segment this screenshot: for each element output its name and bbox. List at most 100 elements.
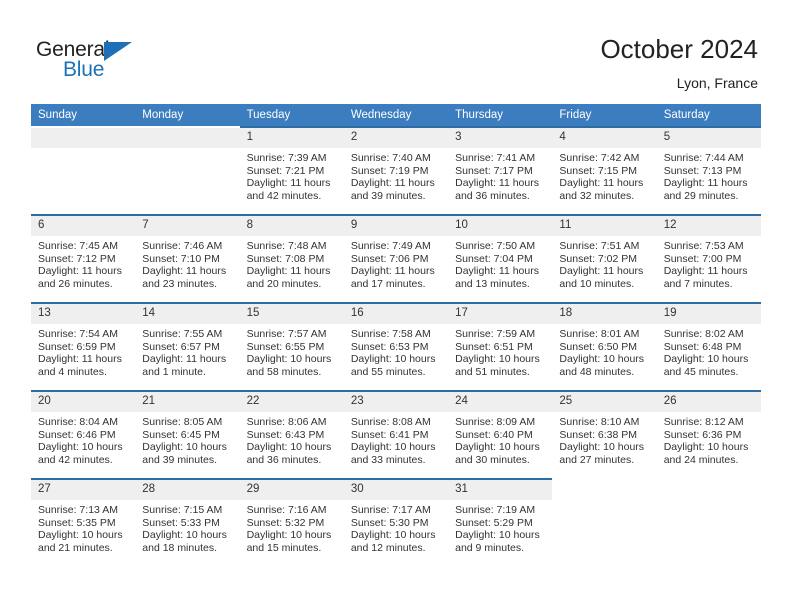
day-cell[interactable]: 20 Sunrise: 8:04 AM Sunset: 6:46 PM Dayligh… xyxy=(31,390,136,476)
sunset-text: Sunset: 7:06 PM xyxy=(350,252,429,265)
sunrise-text: Sunrise: 8:05 AM xyxy=(142,416,223,428)
calendar-cell: 18 Sunrise: 8:01 AM Sunset: 6:50 PM Dayligh… xyxy=(552,302,657,390)
calendar-cell: 8 Sunrise: 7:48 AM Sunset: 7:08 PM Daylight… xyxy=(239,214,344,302)
calendar-cell: 10 Sunrise: 7:50 AM Sunset: 7:04 PM Dayligh… xyxy=(448,214,553,302)
day-cell[interactable]: 6 Sunrise: 7:45 AM Sunset: 7:12 PM Daylight… xyxy=(31,214,136,300)
day-cell[interactable]: 28 Sunrise: 7:15 AM Sunset: 5:33 PM Dayligh… xyxy=(135,478,240,564)
day-cell[interactable]: 26 Sunrise: 8:12 AM Sunset: 6:36 PM Dayligh… xyxy=(656,390,761,476)
day-cell[interactable]: 1 Sunrise: 7:39 AM Sunset: 7:21 PM Daylight… xyxy=(239,126,344,212)
day-cell[interactable]: 18 Sunrise: 8:01 AM Sunset: 6:50 PM Dayligh… xyxy=(552,302,657,388)
calendar-cell: 25 Sunrise: 8:10 AM Sunset: 6:38 PM Dayligh… xyxy=(552,390,657,478)
daylight-text: Daylight: 11 hours and 1 minute. xyxy=(142,353,227,378)
location-subtitle: Lyon, France xyxy=(676,75,758,91)
calendar-cell: 31 Sunrise: 7:19 AM Sunset: 5:29 PM Dayligh… xyxy=(448,478,553,566)
calendar-cell: 27 Sunrise: 7:13 AM Sunset: 5:35 PM Dayligh… xyxy=(31,478,136,566)
day-cell[interactable]: 14 Sunrise: 7:55 AM Sunset: 6:57 PM Dayligh… xyxy=(135,302,240,388)
day-cell[interactable]: 13 Sunrise: 7:54 AM Sunset: 6:59 PM Dayligh… xyxy=(31,302,136,388)
day-number: 6 xyxy=(31,216,136,236)
day-number: 21 xyxy=(135,392,240,412)
sunrise-text: Sunrise: 8:02 AM xyxy=(663,328,744,340)
day-info: Sunrise: 7:40 AM Sunset: 7:19 PM Daylight:… xyxy=(344,148,448,202)
day-number: 8 xyxy=(239,216,344,236)
sunrise-text: Sunrise: 8:01 AM xyxy=(559,328,640,340)
daylight-text: Daylight: 11 hours and 13 minutes. xyxy=(455,265,539,290)
day-info: Sunrise: 7:42 AM Sunset: 7:15 PM Daylight:… xyxy=(552,148,656,202)
day-cell[interactable]: 25 Sunrise: 8:10 AM Sunset: 6:38 PM Dayligh… xyxy=(552,390,657,476)
sunset-text: Sunset: 6:43 PM xyxy=(246,428,325,441)
page-header: General Blue October 2024 Lyon, France xyxy=(0,0,792,100)
calendar-cell: 16 Sunrise: 7:58 AM Sunset: 6:53 PM Dayligh… xyxy=(343,302,449,390)
sunset-text: Sunset: 6:57 PM xyxy=(142,340,220,353)
daylight-text: Daylight: 10 hours and 55 minutes. xyxy=(350,353,436,378)
day-cell[interactable]: 24 Sunrise: 8:09 AM Sunset: 6:40 PM Dayligh… xyxy=(448,390,553,476)
calendar-cell: 20 Sunrise: 8:04 AM Sunset: 6:46 PM Dayligh… xyxy=(31,390,136,478)
weekday-header-friday: Friday xyxy=(552,104,657,126)
calendar-table: Sunday Monday Tuesday Wednesday Thursday… xyxy=(31,104,761,566)
day-cell[interactable]: 19 Sunrise: 8:02 AM Sunset: 6:48 PM Dayligh… xyxy=(656,302,761,388)
weekday-header-thursday: Thursday xyxy=(448,104,553,126)
day-cell[interactable]: 16 Sunrise: 7:58 AM Sunset: 6:53 PM Dayligh… xyxy=(343,302,449,388)
sunset-text: Sunset: 7:10 PM xyxy=(142,252,220,265)
sunrise-text: Sunrise: 8:12 AM xyxy=(663,416,744,428)
sunrise-text: Sunrise: 8:10 AM xyxy=(559,416,640,428)
sunset-text: Sunset: 6:53 PM xyxy=(350,340,429,353)
day-cell[interactable]: 17 Sunrise: 7:59 AM Sunset: 6:51 PM Dayligh… xyxy=(448,302,553,388)
calendar-cell: 2 Sunrise: 7:40 AM Sunset: 7:19 PM Daylight… xyxy=(343,126,449,214)
sunset-text: Sunset: 7:12 PM xyxy=(38,252,116,265)
daylight-text: Daylight: 10 hours and 42 minutes. xyxy=(38,441,123,466)
day-number: 9 xyxy=(343,216,449,236)
day-cell[interactable]: 2 Sunrise: 7:40 AM Sunset: 7:19 PM Daylight… xyxy=(343,126,449,212)
day-cell[interactable]: 23 Sunrise: 8:08 AM Sunset: 6:41 PM Dayligh… xyxy=(343,390,449,476)
day-number: 10 xyxy=(448,216,553,236)
day-cell[interactable]: 27 Sunrise: 7:13 AM Sunset: 5:35 PM Dayligh… xyxy=(31,478,136,564)
calendar-cell: 11 Sunrise: 7:51 AM Sunset: 7:02 PM Dayligh… xyxy=(552,214,657,302)
day-info: Sunrise: 7:46 AM Sunset: 7:10 PM Daylight:… xyxy=(135,236,239,290)
day-cell[interactable]: 15 Sunrise: 7:57 AM Sunset: 6:55 PM Dayligh… xyxy=(239,302,344,388)
daylight-text: Daylight: 11 hours and 39 minutes. xyxy=(350,177,435,202)
day-number: 18 xyxy=(552,304,657,324)
day-info: Sunrise: 7:15 AM Sunset: 5:33 PM Daylight:… xyxy=(135,500,239,554)
calendar-cell: 30 Sunrise: 7:17 AM Sunset: 5:30 PM Dayligh… xyxy=(343,478,449,566)
day-info: Sunrise: 7:49 AM Sunset: 7:06 PM Daylight:… xyxy=(344,236,448,290)
sunrise-text: Sunrise: 7:50 AM xyxy=(455,240,536,252)
sunset-text: Sunset: 5:30 PM xyxy=(350,516,429,529)
day-cell[interactable]: 31 Sunrise: 7:19 AM Sunset: 5:29 PM Dayligh… xyxy=(448,478,553,564)
daylight-text: Daylight: 10 hours and 30 minutes. xyxy=(455,441,540,466)
logo-triangle-icon xyxy=(104,42,132,61)
day-cell[interactable]: 3 Sunrise: 7:41 AM Sunset: 7:17 PM Daylight… xyxy=(448,126,553,212)
sunrise-text: Sunrise: 7:53 AM xyxy=(663,240,744,252)
weekday-header-saturday: Saturday xyxy=(656,104,761,126)
day-cell[interactable]: 29 Sunrise: 7:16 AM Sunset: 5:32 PM Dayligh… xyxy=(239,478,344,564)
sunset-text: Sunset: 7:19 PM xyxy=(350,164,429,177)
daylight-text: Daylight: 10 hours and 15 minutes. xyxy=(246,529,332,554)
sunset-text: Sunset: 6:51 PM xyxy=(455,340,533,353)
day-cell[interactable]: 22 Sunrise: 8:06 AM Sunset: 6:43 PM Dayligh… xyxy=(239,390,344,476)
day-cell[interactable]: 8 Sunrise: 7:48 AM Sunset: 7:08 PM Daylight… xyxy=(239,214,344,300)
sunset-text: Sunset: 7:21 PM xyxy=(246,164,325,177)
daylight-text: Daylight: 11 hours and 36 minutes. xyxy=(455,177,539,202)
day-cell[interactable]: 12 Sunrise: 7:53 AM Sunset: 7:00 PM Dayligh… xyxy=(656,214,761,300)
day-cell[interactable]: 10 Sunrise: 7:50 AM Sunset: 7:04 PM Dayligh… xyxy=(448,214,553,300)
calendar-cell xyxy=(135,126,240,214)
day-cell[interactable]: 11 Sunrise: 7:51 AM Sunset: 7:02 PM Dayligh… xyxy=(552,214,657,300)
day-cell[interactable]: 30 Sunrise: 7:17 AM Sunset: 5:30 PM Dayligh… xyxy=(343,478,449,564)
logo-text-blue: Blue xyxy=(63,58,105,81)
sunrise-text: Sunrise: 7:42 AM xyxy=(559,152,640,164)
day-cell[interactable]: 4 Sunrise: 7:42 AM Sunset: 7:15 PM Daylight… xyxy=(552,126,657,212)
sunrise-text: Sunrise: 7:15 AM xyxy=(142,504,223,516)
day-number: 28 xyxy=(135,480,240,500)
day-cell[interactable]: 21 Sunrise: 8:05 AM Sunset: 6:45 PM Dayligh… xyxy=(135,390,240,476)
day-cell[interactable]: 7 Sunrise: 7:46 AM Sunset: 7:10 PM Daylight… xyxy=(135,214,240,300)
title-block: October 2024 Lyon, France xyxy=(600,34,758,92)
sunrise-text: Sunrise: 8:08 AM xyxy=(350,416,431,428)
calendar-cell xyxy=(552,478,657,566)
sunset-text: Sunset: 7:15 PM xyxy=(559,164,638,177)
day-cell-empty xyxy=(135,126,240,212)
day-cell[interactable]: 5 Sunrise: 7:44 AM Sunset: 7:13 PM Daylight… xyxy=(656,126,761,212)
day-info: Sunrise: 8:10 AM Sunset: 6:38 PM Daylight:… xyxy=(552,412,656,466)
day-number: 29 xyxy=(239,480,344,500)
day-cell-empty xyxy=(552,478,657,564)
day-cell[interactable]: 9 Sunrise: 7:49 AM Sunset: 7:06 PM Daylight… xyxy=(343,214,449,300)
sunset-text: Sunset: 7:08 PM xyxy=(246,252,325,265)
day-number: 1 xyxy=(239,128,344,148)
